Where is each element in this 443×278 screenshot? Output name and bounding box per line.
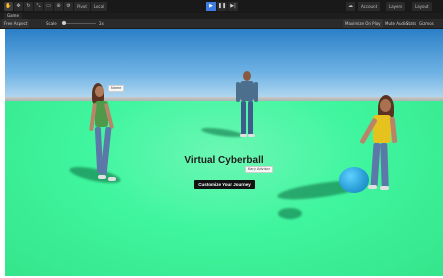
layout-dropdown[interactable]: Layout	[412, 2, 432, 11]
left-player[interactable]	[88, 83, 128, 201]
rotate-tool-icon[interactable]: ↻	[24, 2, 33, 11]
left-player-leg-right	[100, 126, 112, 176]
scale-tool-icon[interactable]: ⤡	[34, 2, 43, 11]
editor-toolbar: ✋ ✥ ↻ ⤡ ▭ ⊕ ⚙ Pivot Local ▶ ❚❚ ▶| ☁ Acco…	[0, 0, 443, 13]
step-icon[interactable]: ▶|	[228, 2, 238, 11]
left-player-shoe-right	[108, 177, 116, 181]
collab-icon[interactable]: ☁	[346, 2, 355, 11]
center-player-shoe-right	[248, 134, 255, 137]
scale-slider-handle[interactable]	[62, 21, 66, 25]
account-dropdown[interactable]: Account	[358, 2, 381, 11]
left-player-nametag: Name	[108, 85, 125, 92]
rect-tool-icon[interactable]: ▭	[44, 2, 53, 11]
hand-tool-icon[interactable]: ✋	[4, 2, 13, 11]
game-title: Virtual Cyberball	[184, 155, 264, 166]
play-controls: ▶ ❚❚ ▶|	[206, 2, 238, 11]
center-player-head	[243, 71, 251, 81]
play-icon[interactable]: ▶	[206, 2, 216, 11]
center-player-arm-right	[254, 82, 258, 102]
aspect-dropdown[interactable]: Free Aspect	[2, 19, 30, 28]
right-player-head	[380, 99, 391, 112]
custom-tool-icon[interactable]: ⚙	[64, 2, 73, 11]
left-player-head	[95, 86, 104, 97]
right-player-shoe-left	[368, 185, 377, 189]
mute-audio-toggle[interactable]: Mute Audio	[385, 19, 408, 28]
ball-shadow	[278, 208, 302, 219]
center-player-jacket	[240, 81, 254, 101]
scale-slider-track[interactable]	[66, 23, 96, 24]
layers-dropdown[interactable]: Layers	[386, 2, 406, 11]
stats-toggle[interactable]: Stats	[406, 19, 416, 28]
local-toggle[interactable]: Local	[91, 2, 107, 11]
pause-icon[interactable]: ❚❚	[217, 2, 227, 11]
move-tool-icon[interactable]: ✥	[14, 2, 23, 11]
left-player-shoe-left	[98, 175, 106, 179]
game-viewport[interactable]: Name Virtual Cyberball Kary Advisor Cust…	[5, 29, 443, 276]
pivot-toggle[interactable]: Pivot	[74, 2, 90, 11]
maximize-on-play-toggle[interactable]: Maximize On Play	[343, 19, 383, 28]
right-player-shoe-right	[380, 186, 389, 190]
scale-value: 2x	[99, 21, 104, 26]
cyber-ball[interactable]	[339, 167, 369, 193]
center-player-leg-right	[248, 101, 253, 135]
transform-tool-icon[interactable]: ⊕	[54, 2, 63, 11]
unity-editor-window: ✋ ✥ ↻ ⤡ ▭ ⊕ ⚙ Pivot Local ▶ ❚❚ ▶| ☁ Acco…	[0, 0, 443, 278]
center-player-arm-left	[236, 82, 240, 102]
scale-label: Scale	[46, 21, 57, 26]
center-player[interactable]	[234, 71, 262, 141]
gizmos-dropdown[interactable]: Gizmos	[419, 19, 434, 28]
center-player-leg-left	[241, 101, 246, 135]
customize-journey-button[interactable]: Customize Your Journey	[194, 180, 255, 189]
game-view-bar: Free Aspect Scale 2x Maximize On Play Mu…	[0, 19, 443, 29]
center-player-nametag: Kary Advisor	[245, 166, 274, 173]
center-player-shoe-left	[240, 134, 247, 137]
